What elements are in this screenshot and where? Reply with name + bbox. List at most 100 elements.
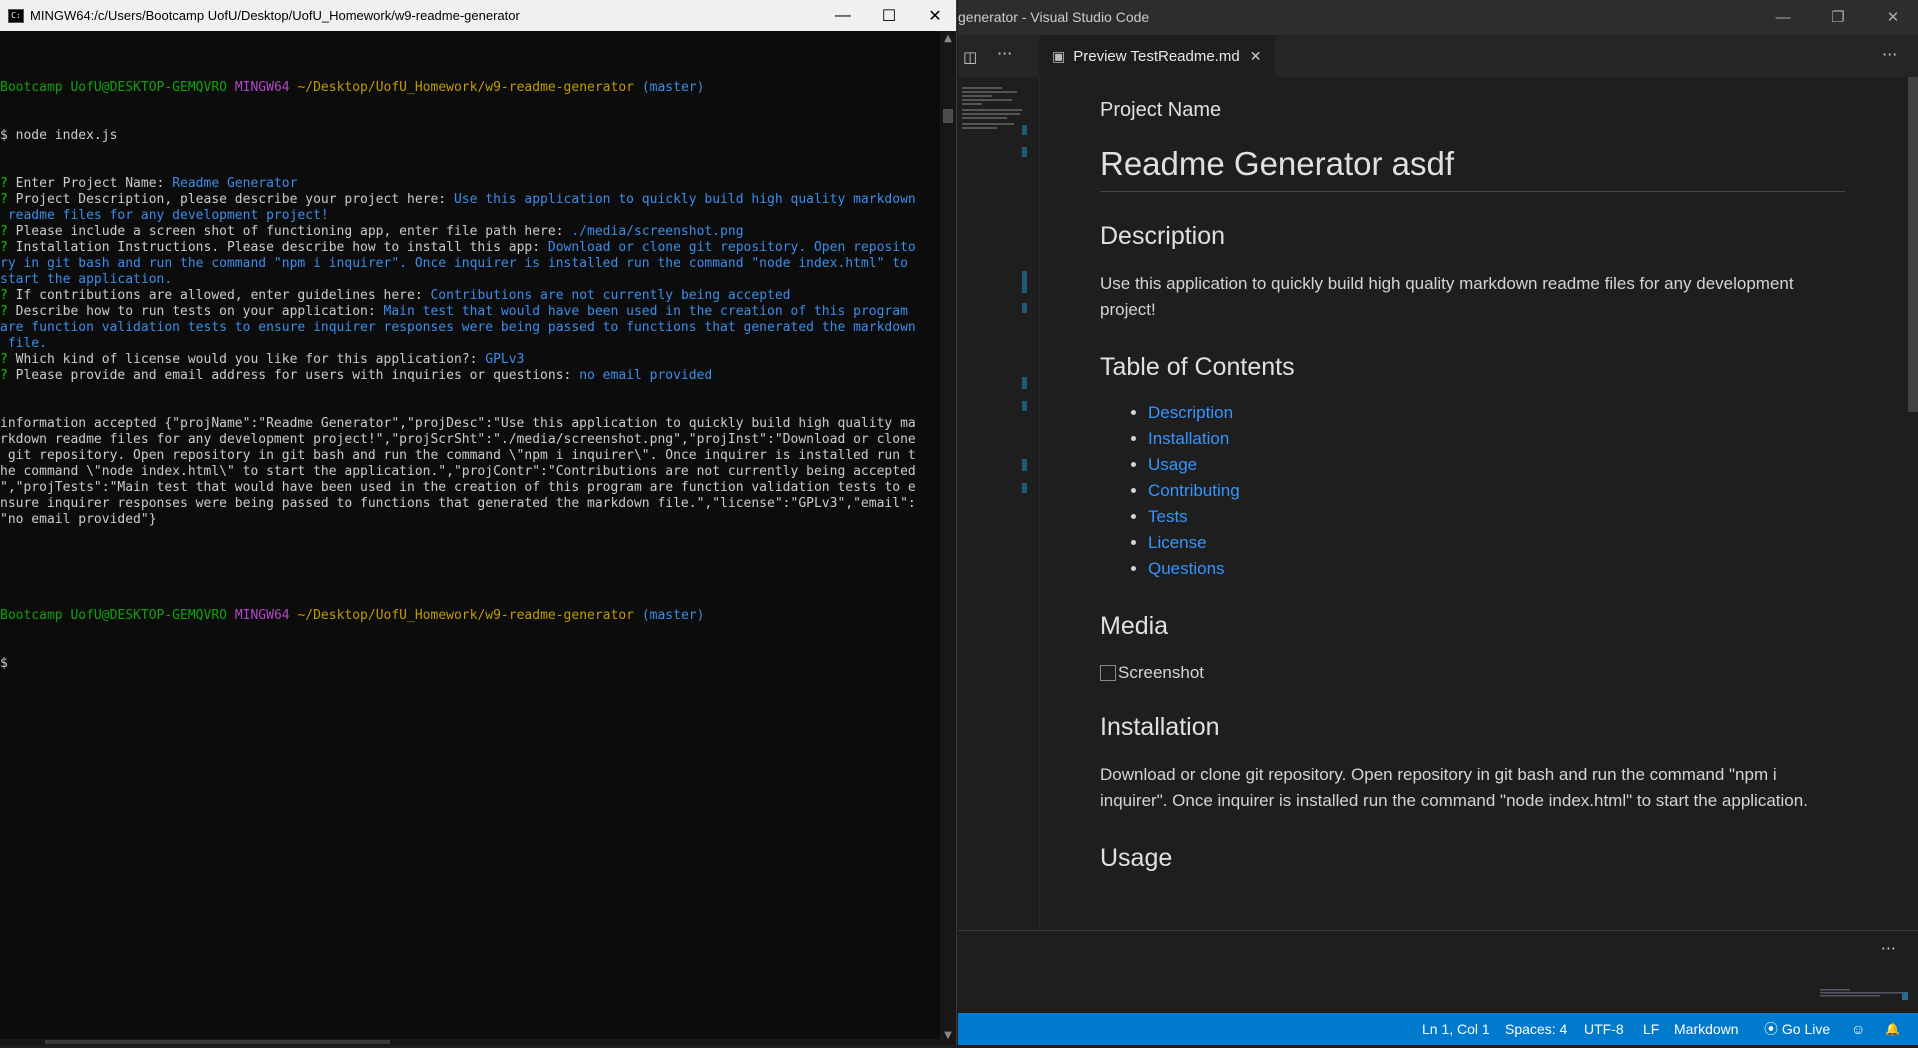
scroll-thumb[interactable] [943,109,953,123]
scroll-up-icon[interactable]: ▲ [943,34,953,44]
readme-title: Readme Generator asdf [1100,145,1845,192]
prompt-question: ? Describe how to run tests on your appl… [0,304,908,319]
bottom-panel[interactable]: ··· [958,930,1918,1014]
terminal-scrollbar[interactable]: ▲ ▼ [940,31,956,1045]
prompt-answers: ? Enter Project Name: Readme Generator? … [0,176,940,384]
status-bar: Ln 1, Col 1 Spaces: 4 UTF-8 LF Markdown … [958,1013,1918,1045]
preview-tabbar: ▣ Preview TestReadme.md ✕ ··· [1040,35,1918,77]
toc-link-installation[interactable]: Installation [1148,429,1229,448]
minimap-line [962,109,1022,111]
usage-heading: Usage [1100,844,1173,872]
scroll-down-icon[interactable]: ▼ [943,1031,953,1041]
close-button[interactable]: ✕ [1868,0,1918,35]
prompt-line: Bootcamp UofU@DESKTOP-GEMQVRO MINGW64 ~/… [0,80,705,95]
more-actions-icon[interactable]: ··· [997,44,1012,63]
toc-item: Tests [1148,504,1845,530]
change-marker [1022,303,1027,313]
answer-continuation: are function validation tests to ensure … [0,320,916,335]
output-line: nsure inquirer responses were being pass… [0,496,916,511]
vscode-titlebar[interactable]: generator - Visual Studio Code — ❐ ✕ [958,0,1918,35]
toc-link-license[interactable]: License [1148,533,1207,552]
go-live-button[interactable]: ⦿ Go Live [1764,1013,1830,1045]
toc-link-contributing[interactable]: Contributing [1148,481,1240,500]
indentation-setting[interactable]: Spaces: 4 [1505,1013,1567,1045]
split-editor-icon[interactable]: ◫ [963,48,977,66]
toc-link-usage[interactable]: Usage [1148,455,1197,474]
preview-scrollbar[interactable] [1908,77,1918,930]
command-line: $ node index.js [0,128,118,143]
more-actions-icon[interactable]: ··· [1882,45,1897,64]
eol-setting[interactable]: LF [1643,1013,1659,1045]
prompt-line: Bootcamp UofU@DESKTOP-GEMQVRO MINGW64 ~/… [0,608,705,623]
more-actions-icon[interactable]: ··· [1881,939,1896,958]
tab-label: Preview TestReadme.md [1073,47,1240,65]
toc-link-tests[interactable]: Tests [1148,507,1188,526]
change-marker [1022,377,1027,389]
toc-item: Questions [1148,556,1845,582]
terminal-app-icon: C: [8,8,24,23]
change-marker [1022,271,1027,293]
toc-list: Description Installation Usage Contributing… [1100,400,1845,582]
language-mode[interactable]: Markdown [1674,1013,1739,1045]
terminal-titlebar[interactable]: C: MINGW64:/c/Users/Bootcamp UofU/Deskto… [0,0,956,31]
vscode-title: generator - Visual Studio Code [958,9,1150,25]
terminal-output[interactable]: Bootcamp UofU@DESKTOP-GEMQVRO MINGW64 ~/… [0,31,940,1048]
vscode-window[interactable]: generator - Visual Studio Code — ❐ ✕ ◫ ·… [958,0,1918,1045]
restore-button[interactable]: ❐ [1813,0,1863,35]
minimap-line [962,99,1012,101]
output-line: rkdown readme files for any development … [0,432,916,447]
editor-minimap[interactable] [958,77,1040,930]
toc-item: License [1148,530,1845,556]
prompt-question: ? Installation Instructions. Please desc… [0,240,916,255]
encoding-setting[interactable]: UTF-8 [1584,1013,1624,1045]
prompt-question: ? Please include a screen shot of functi… [0,224,744,239]
hscroll-thumb[interactable] [45,1040,390,1044]
prompt-question: ? If contributions are allowed, enter gu… [0,288,791,303]
close-tab-icon[interactable]: ✕ [1250,48,1262,65]
description-heading: Description [1100,222,1226,250]
toc-link-questions[interactable]: Questions [1148,559,1225,578]
minimap-line [962,95,992,97]
change-marker [1022,147,1027,157]
answer-continuation: readme files for any development project… [0,208,329,223]
broken-image-icon [1100,665,1116,681]
feedback-icon[interactable]: ☺ [1851,1013,1865,1045]
minimap-line [962,123,1014,125]
screenshot-image: Screenshot [1100,663,1845,683]
cursor-line[interactable]: $ [0,656,940,672]
prompt-question: ? Which kind of license would you like f… [0,352,525,367]
prompt-question: ? Project Description, please describe y… [0,192,916,207]
minimap-line [962,127,997,129]
cursor-position[interactable]: Ln 1, Col 1 [1422,1013,1490,1045]
minimap-line [962,117,1007,119]
minimap-line [962,103,982,105]
toc-link-description[interactable]: Description [1148,403,1233,422]
minimap-line [962,91,1017,93]
installation-text: Download or clone git repository. Open r… [1100,765,1808,810]
close-button[interactable]: ✕ [912,0,958,31]
broadcast-icon: ⦿ [1764,1021,1778,1037]
change-marker [1022,125,1027,135]
media-heading: Media [1100,612,1169,640]
maximize-button[interactable]: ☐ [866,0,912,31]
terminal-window[interactable]: C: MINGW64:/c/Users/Bootcamp UofU/Deskto… [0,0,957,1045]
preview-icon: ▣ [1052,47,1066,64]
terminal-title: MINGW64:/c/Users/Bootcamp UofU/Desktop/U… [30,8,520,23]
description-text: Use this application to quickly build hi… [1100,274,1794,319]
output-line: he command \"node index.html\" to start … [0,464,916,479]
change-marker [1022,459,1027,471]
markdown-preview[interactable]: Project Name Readme Generator asdf Descr… [1040,77,1918,930]
minimize-button[interactable]: — [820,0,866,31]
output-line: information accepted {"projName":"Readme… [0,416,916,431]
change-marker [1022,483,1027,493]
notifications-bell-icon[interactable]: 🔔 [1885,1013,1900,1045]
terminal-hscrollbar[interactable] [0,1039,940,1045]
json-output: information accepted {"projName":"Readme… [0,416,940,528]
project-name-label: Project Name [1100,99,1222,121]
toc-item: Description [1148,400,1845,426]
tab-preview-testreadme[interactable]: ▣ Preview TestReadme.md ✕ [1040,35,1275,77]
scroll-thumb[interactable] [1908,77,1918,412]
answer-continuation: ry in git bash and run the command "npm … [0,256,908,271]
minimize-button[interactable]: — [1758,0,1808,35]
